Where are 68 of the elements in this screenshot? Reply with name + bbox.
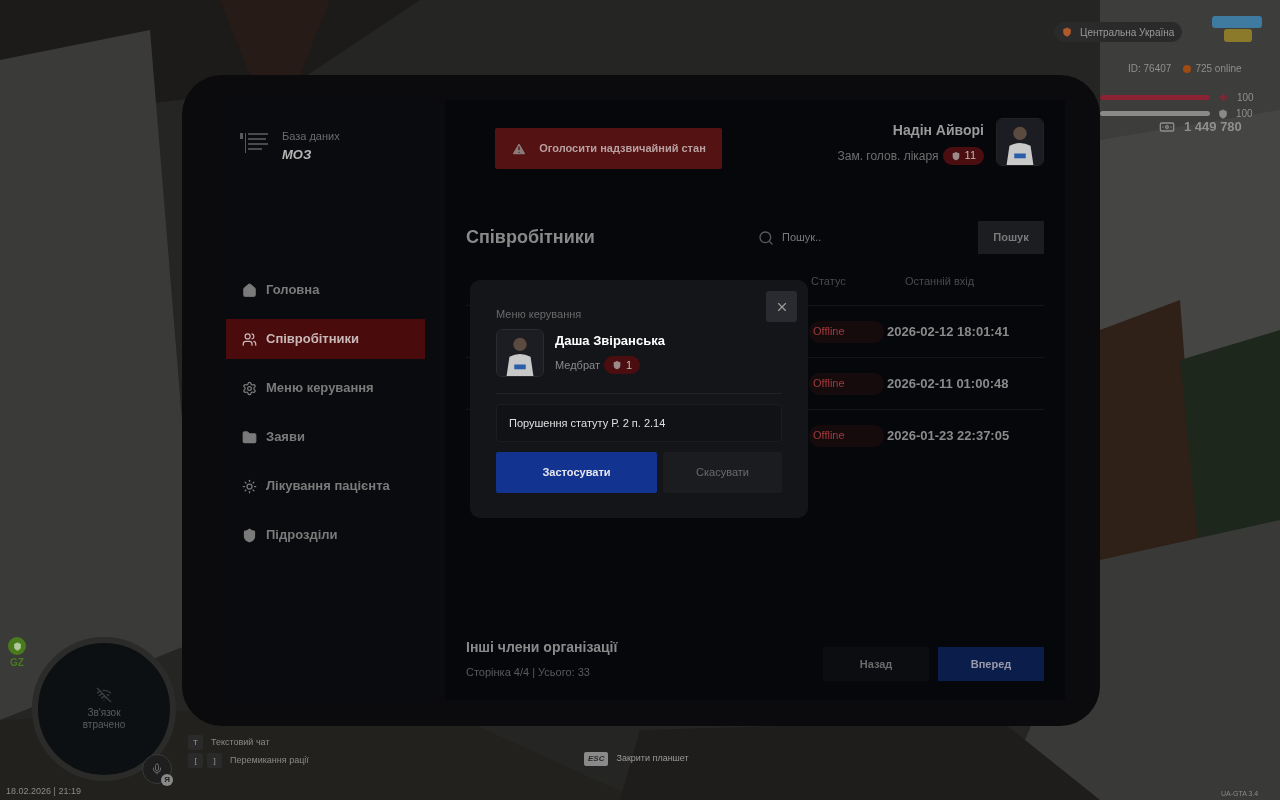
brand-title: МОЗ (282, 145, 313, 164)
key-cap: ] (207, 753, 222, 768)
nav-item[interactable]: Співробітники (226, 319, 425, 359)
back-button[interactable]: Назад (823, 647, 929, 681)
no-signal-icon (96, 687, 112, 703)
nav-item[interactable]: Головна (226, 270, 425, 310)
logo-icon (240, 131, 270, 155)
employee-position: Медбрат (555, 358, 600, 373)
search-field[interactable]: Пошук.. (782, 229, 932, 246)
shield-icon (611, 360, 622, 371)
status-badge: Offline (809, 320, 884, 343)
home-icon (242, 282, 257, 298)
status-badge: Offline (809, 372, 884, 395)
nav-item[interactable]: Лікування пацієнта (226, 466, 425, 506)
search-icon (758, 229, 774, 246)
user-position: Зам. голов. лікаря (837, 147, 939, 165)
avatar (497, 329, 543, 376)
folder-icon (242, 429, 257, 445)
users-icon (242, 331, 257, 347)
logo-icon (1210, 14, 1264, 44)
page-info: Сторінка 4/4 | Усього: 33 (466, 664, 591, 680)
armor-reading: 100 (1236, 107, 1253, 121)
rank-badge: 11 (942, 146, 984, 165)
key-cap: T (188, 735, 203, 750)
column-header: Останній вхід (905, 273, 975, 289)
region-label: Центральна Україна (1080, 25, 1175, 40)
modal-title: Меню керування (496, 307, 583, 322)
radar-text: Зв'язок втрачено (81, 707, 127, 731)
cross-icon (1218, 92, 1229, 103)
employee-name: Даша Звіранська (555, 331, 665, 350)
key-cap: ESC (584, 752, 609, 766)
search-button[interactable]: Пошук (978, 221, 1044, 254)
table-cell-text: 2026-01-23 22:37:05 (887, 426, 1010, 445)
user-name: Надін Айворі (892, 120, 984, 140)
shield-icon (242, 527, 257, 543)
footer-title: Інші члени організації (466, 637, 618, 657)
zone-label: GZ (10, 656, 24, 670)
column-header: Статус (811, 273, 847, 289)
nav-item[interactable]: Меню керування (226, 368, 425, 408)
table-cell-text: 2026-02-12 18:01:41 (887, 322, 1010, 341)
nav-item[interactable]: Підрозділи (226, 515, 425, 555)
hint-label: Закрити планшет (616, 752, 689, 766)
sun-icon (242, 478, 257, 494)
online-count: 725 online (1195, 62, 1242, 76)
emergency-button[interactable]: Оголосити надзвичайний стан (495, 128, 722, 169)
rank-badge: 1 (603, 356, 641, 375)
key-cap: [ (188, 753, 203, 768)
apply-button[interactable]: Застосувати (496, 451, 657, 493)
status-badge: Offline (809, 424, 884, 447)
shield-icon (950, 150, 961, 161)
nav-item[interactable]: Заяви (226, 417, 425, 457)
mic-icon (151, 763, 163, 775)
gear-icon (242, 380, 257, 396)
hint-label: Перемикання рації (230, 753, 309, 767)
shield-icon (1062, 27, 1072, 37)
shield-icon (1218, 108, 1228, 119)
avatar (997, 119, 1043, 165)
next-button[interactable]: Вперед (938, 647, 1044, 681)
brand-caption: База даних (282, 129, 340, 144)
server-id: ID: 76407 (1128, 62, 1172, 76)
datetime: 18.02.2026 | 21:19 (6, 785, 81, 798)
reason-field[interactable]: Порушення статуту Р. 2 п. 2.14 (496, 403, 782, 442)
health-reading: 100 (1237, 91, 1254, 105)
cancel-button[interactable]: Скасувати (663, 451, 782, 493)
money-amount: 1 449 780 (1184, 118, 1242, 136)
hint-label: Текстовий чат (211, 735, 270, 749)
page-title: Співробітники (466, 226, 595, 249)
table-cell-text: 2026-02-11 01:00:48 (887, 374, 1009, 393)
